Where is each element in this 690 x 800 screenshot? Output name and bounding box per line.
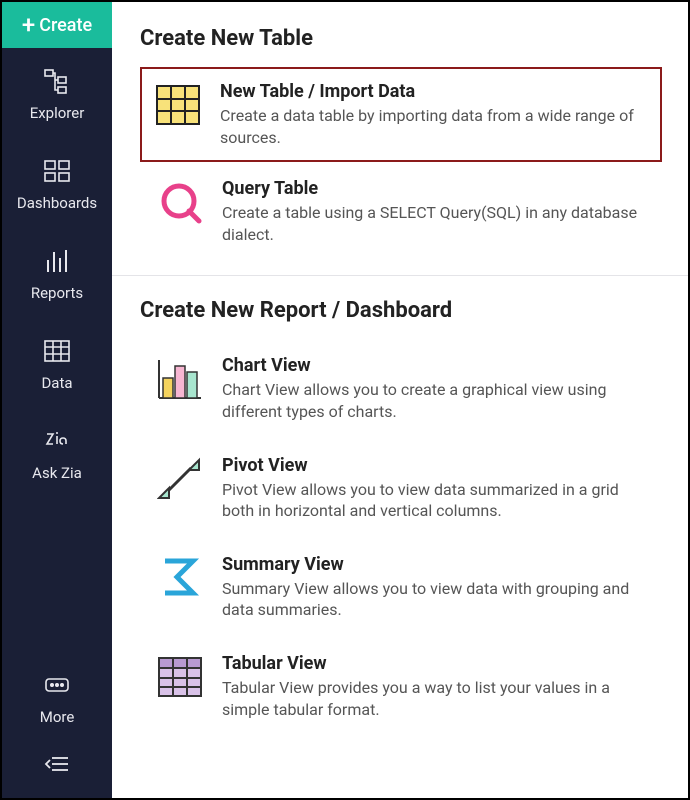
- option-desc: Pivot View allows you to view data summa…: [222, 479, 646, 522]
- data-icon: [6, 336, 108, 366]
- ask-zia-icon: [6, 426, 108, 456]
- sidebar-item-dashboards[interactable]: Dashboards: [2, 138, 112, 228]
- option-query-table[interactable]: Query Table Create a table using a SELEC…: [140, 162, 662, 261]
- plus-icon: +: [22, 13, 35, 37]
- option-title: Query Table: [222, 178, 646, 199]
- sidebar-item-label: More: [6, 708, 108, 726]
- option-desc: Chart View allows you to create a graphi…: [222, 379, 646, 422]
- summary-view-icon: [156, 554, 204, 602]
- sidebar-item-label: Data: [6, 374, 108, 392]
- explorer-icon: [6, 66, 108, 96]
- sidebar-item-data[interactable]: Data: [2, 318, 112, 408]
- option-new-table[interactable]: New Table / Import Data Create a data ta…: [140, 67, 662, 162]
- section-divider: [112, 275, 688, 276]
- tabular-view-icon: [156, 653, 204, 701]
- pivot-view-icon: [156, 455, 204, 503]
- sidebar-item-label: Dashboards: [6, 194, 108, 212]
- option-title: New Table / Import Data: [220, 81, 648, 102]
- sidebar-item-more[interactable]: More: [2, 652, 112, 742]
- option-title: Tabular View: [222, 653, 646, 674]
- option-pivot-view[interactable]: Pivot View Pivot View allows you to view…: [140, 439, 662, 538]
- sidebar-nav: Explorer Dashboards: [2, 48, 112, 798]
- sidebar-item-label: Explorer: [6, 104, 108, 122]
- option-chart-view[interactable]: Chart View Chart View allows you to crea…: [140, 339, 662, 438]
- create-button[interactable]: + Create: [2, 2, 112, 48]
- sidebar-item-explorer[interactable]: Explorer: [2, 48, 112, 138]
- option-desc: Tabular View provides you a way to list …: [222, 677, 646, 720]
- option-tabular-view[interactable]: Tabular View Tabular View provides you a…: [140, 637, 662, 736]
- sidebar: + Create Explorer: [2, 2, 112, 798]
- chart-view-icon: [156, 355, 204, 403]
- sidebar-item-label: Ask Zia: [6, 464, 108, 482]
- more-icon: [6, 670, 108, 700]
- sidebar-collapse-button[interactable]: [2, 742, 112, 788]
- section-title-table: Create New Table: [140, 26, 662, 51]
- query-table-icon: [156, 178, 204, 226]
- sidebar-item-label: Reports: [6, 284, 108, 302]
- section-title-report: Create New Report / Dashboard: [140, 298, 662, 323]
- sidebar-item-ask-zia[interactable]: Ask Zia: [2, 408, 112, 498]
- reports-icon: [6, 246, 108, 276]
- option-title: Summary View: [222, 554, 646, 575]
- option-desc: Summary View allows you to view data wit…: [222, 578, 646, 621]
- option-desc: Create a data table by importing data fr…: [220, 105, 648, 148]
- dashboards-icon: [6, 156, 108, 186]
- create-label: Create: [39, 15, 92, 36]
- sidebar-item-reports[interactable]: Reports: [2, 228, 112, 318]
- option-summary-view[interactable]: Summary View Summary View allows you to …: [140, 538, 662, 637]
- table-import-icon: [154, 81, 202, 129]
- option-title: Chart View: [222, 355, 646, 376]
- option-title: Pivot View: [222, 455, 646, 476]
- collapse-icon: [42, 754, 72, 774]
- main-content: Create New Table New Table / Import Data…: [112, 2, 688, 798]
- option-desc: Create a table using a SELECT Query(SQL)…: [222, 202, 646, 245]
